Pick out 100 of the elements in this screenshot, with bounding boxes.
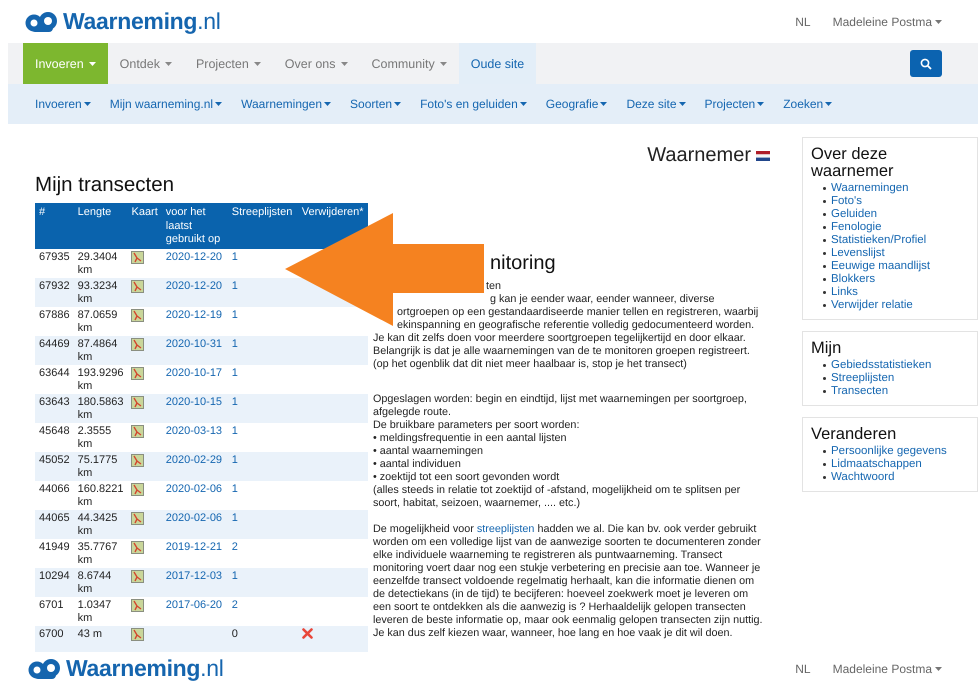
date-link[interactable]: 2020-12-19 [166,308,222,320]
sidebar-link[interactable]: Statistieken/Profiel [831,234,926,247]
map-icon[interactable] [131,338,144,350]
date-link[interactable]: 2020-02-06 [166,512,222,524]
sidebar-link[interactable]: Gebiedsstatistieken [831,359,932,372]
nav-tab[interactable]: Ontdek [108,43,184,84]
caret-icon [164,62,172,66]
sidebar-link[interactable]: Eeuwige maandlijst [831,260,930,273]
sidebar-link[interactable]: Links [831,286,858,299]
sidebar-link[interactable]: Blokkers [831,273,876,286]
column-header: Kaart [127,203,162,248]
date-link[interactable]: 2020-10-15 [166,396,222,408]
streeplijsten-link[interactable]: streeplijsten [476,523,534,535]
sidebar-link[interactable]: Fenologie [831,221,882,234]
count-link[interactable]: 1 [232,366,238,378]
map-icon[interactable] [131,280,144,292]
count-link[interactable]: 1 [232,424,238,436]
caret-icon [600,102,608,106]
sub-nav-item[interactable]: Soorten [350,97,402,111]
paragraph: Opgeslagen worden: begin en eindtijd, lijst met waarnemingen per soortgroep, afgelegde route. [373,393,748,419]
count-link[interactable]: 1 [232,338,238,350]
sub-nav-item[interactable]: Zoeken [783,97,832,111]
bullet-item: • aantal individuen [373,458,462,471]
bullet-icon [823,463,826,466]
sub-nav-item[interactable]: Geografie [546,97,608,111]
map-icon[interactable] [131,454,144,466]
map-icon[interactable] [131,482,144,496]
count-link[interactable]: 1 [232,280,238,292]
map-icon[interactable] [131,366,144,380]
caret-icon [520,102,527,106]
bullet-icon [823,213,826,216]
count-link[interactable]: 1 [232,396,238,408]
text-line: ortgroepen op een gestandaardiseerde manier tellen en registreren, waarbij [396,306,760,319]
user-menu[interactable]: Madeleine Postma [832,662,942,676]
map-icon[interactable] [131,540,144,554]
paragraph: De mogelijkheid voor streeplijsten hadden we al. Die kan bv. ook verder gebruikt worden om een volledige lijst van de aanwezige soorten te documenteren zonder elke individuele waarneming te registreren als puntwaarneming. Transect monitoring voert daar nog een stukje verbetering en precisie aan toe. Wanneer je eenzelfde transect voldoende regelmatig herhaalt, kan die informatie dienen om de detectiekans (in de tijd) te becijferen: hoeveel zoekwerk moet je leveren om een soort te ontdekken als die aanwezig is ? Herhaaldelijk gelopen transecten leveren de beste informatie op, maar ook eenmalig gelopen transecten zijn nuttig. Je kan dus zelf kiezen waar, wanneer, hoe lang en hoe vaak je dit wil doen. [373,523,764,640]
map-icon[interactable] [131,424,144,438]
logo-text[interactable]: Waarneming.nl [66,655,224,682]
date-link[interactable]: 2020-10-31 [166,338,222,350]
map-icon[interactable] [131,250,144,264]
count-link[interactable]: 1 [232,308,238,320]
sub-nav-item[interactable]: Invoeren [35,97,91,111]
date-link[interactable]: 2020-10-17 [166,366,222,378]
nav-tab[interactable]: Community [360,43,459,84]
count-link[interactable]: 1 [232,512,238,524]
date-link[interactable]: 2019-12-21 [166,540,222,552]
language-link[interactable]: NL [795,14,811,28]
date-link[interactable]: 2020-12-20 [166,250,222,262]
sub-nav-item[interactable]: Foto's en geluiden [420,97,527,111]
user-menu[interactable]: Madeleine Postma [832,14,942,28]
column-header: voor het laatst gebruikt op [162,203,228,248]
nav-tab[interactable]: Over ons [272,43,360,84]
length-cell: 35.7767 km [78,540,118,566]
bullet-icon [823,450,826,453]
date-link[interactable]: 2017-12-03 [166,570,222,582]
map-icon[interactable] [131,308,144,322]
sidebar-link[interactable]: Transecten [831,385,888,398]
date-link[interactable]: 2020-02-06 [166,482,222,494]
sub-nav-item[interactable]: Projecten [704,97,764,111]
sidebar-link[interactable]: Wachtwoord [831,471,894,484]
sidebar-link[interactable]: Geluiden [831,208,878,221]
search-button[interactable] [910,50,942,77]
date-link[interactable]: 2020-12-20 [166,280,222,292]
map-icon[interactable] [131,598,144,612]
caret-icon [678,102,686,106]
count-link[interactable]: 2 [232,598,238,610]
sidebar-link[interactable]: Foto's [831,195,862,208]
logo-text[interactable]: Waarneming.nl [63,8,221,35]
caret-icon [340,62,348,66]
sidebar-link[interactable]: Levenslijst [831,247,885,260]
count-link[interactable]: 1 [232,454,238,466]
sidebar-link[interactable]: Streeplijsten [831,372,894,385]
nav-tab[interactable]: Oude site [458,43,536,84]
sub-nav-item[interactable]: Waarnemingen [241,97,332,111]
map-icon[interactable] [131,570,144,582]
length-cell: 193.9296 km [78,366,124,392]
caret-icon [935,666,942,670]
sidebar-link[interactable]: Waarnemingen [831,182,909,195]
count-link[interactable]: 2 [232,540,238,552]
sub-nav-item[interactable]: Mijn waarneming.nl [110,97,222,111]
length-cell: 8.6744 km [78,570,112,595]
map-icon[interactable] [131,628,144,640]
date-link[interactable]: 2020-02-29 [166,454,222,466]
language-link[interactable]: NL [795,662,811,676]
sidebar-link[interactable]: Lidmaatschappen [831,458,922,471]
paragraph: (alles steeds in relatie tot zoektijd of -afstand, mogelijkheid om te splitsen per soort, habitat, seizoen, waarnemer, .... etc.) [373,484,742,510]
count-link[interactable]: 1 [232,482,238,494]
delete-icon[interactable] [302,628,313,638]
count-link[interactable]: 1 [232,250,238,262]
nav-tab[interactable]: Projecten [184,43,273,84]
date-link[interactable]: 2020-03-13 [166,424,222,436]
sub-nav-item[interactable]: Deze site [626,97,686,111]
map-icon[interactable] [131,396,144,408]
bullet-icon [823,304,826,307]
count-link[interactable]: 1 [232,570,238,582]
map-icon[interactable] [131,512,144,524]
bullet-icon [823,200,826,203]
sidebar-link[interactable]: Verwijder relatie [831,299,913,312]
date-link[interactable]: 2017-06-20 [166,598,222,610]
sidebar-link[interactable]: Persoonlijke gegevens [831,445,947,458]
